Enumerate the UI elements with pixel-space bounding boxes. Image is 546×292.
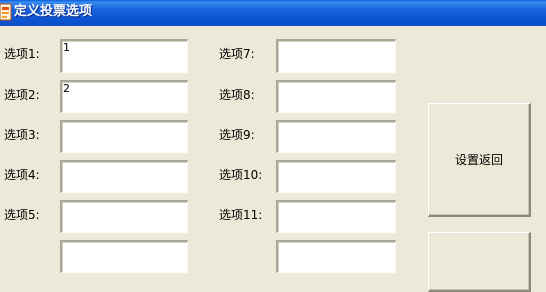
option-1-input[interactable]: 1 [60, 39, 188, 73]
option-4-label: 选项4: [4, 168, 40, 182]
option-12-input[interactable] [276, 240, 396, 273]
option-7-label: 选项7: [219, 47, 255, 61]
save-return-label: 设置返回 [454, 153, 503, 167]
option-9-input[interactable] [276, 120, 396, 153]
option-3-input[interactable] [60, 120, 188, 153]
option-7-input[interactable] [276, 39, 396, 73]
option-5-input[interactable] [60, 200, 188, 233]
option-9-label: 选项9: [219, 128, 255, 142]
option-11-label: 选项11: [219, 208, 263, 222]
app-icon [0, 3, 12, 21]
option-10-label: 选项10: [219, 168, 263, 182]
option-6-input[interactable] [60, 240, 188, 273]
window-title: 定义投票选项 [14, 4, 93, 19]
option-11-input[interactable] [276, 200, 396, 233]
save-return-button[interactable]: 设置返回 [428, 103, 531, 217]
option-8-label: 选项8: [219, 88, 255, 102]
option-1-label: 选项1: [4, 47, 40, 61]
secondary-button[interactable] [428, 232, 531, 292]
title-bar[interactable]: 定义投票选项 [0, 0, 546, 26]
option-8-input[interactable] [276, 80, 396, 113]
option-10-input[interactable] [276, 160, 396, 193]
option-3-label: 选项3: [4, 128, 40, 142]
option-2-label: 选项2: [4, 88, 40, 102]
option-4-input[interactable] [60, 160, 188, 193]
option-5-label: 选项5: [4, 208, 40, 222]
option-2-input[interactable]: 2 [60, 80, 188, 113]
